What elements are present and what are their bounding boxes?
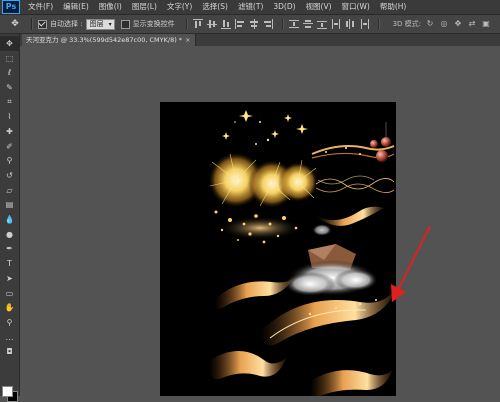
golden-swoosh-left bbox=[214, 278, 294, 309]
golden-swoosh-bottom-left bbox=[209, 351, 286, 380]
align-vcenter-icon[interactable] bbox=[206, 19, 217, 29]
golden-swoosh-large bbox=[260, 288, 396, 346]
menu-select[interactable]: 选择(S) bbox=[197, 0, 233, 14]
menu-help[interactable]: 帮助(H) bbox=[375, 0, 412, 14]
align-bottom-icon[interactable] bbox=[220, 19, 231, 29]
dodge-tool-icon[interactable]: ● bbox=[0, 227, 19, 242]
menu-type[interactable]: 文字(Y) bbox=[162, 0, 197, 14]
toolbox: ✥ ⬚ ℓ ✎ ⌗ ⌇ ✚ ✐ ⚲ ↺ ▱ ▤ 💧 ● ✒ T ➤ ▭ ✋ ⚲ … bbox=[0, 34, 20, 402]
show-transform-label: 显示变换控件 bbox=[132, 20, 175, 28]
move-tool-icon[interactable]: ✥ bbox=[0, 36, 19, 51]
path-select-tool-icon[interactable]: ➤ bbox=[0, 271, 19, 286]
blur-tool-icon[interactable]: 💧 bbox=[0, 212, 19, 227]
hand-tool-icon[interactable]: ✋ bbox=[0, 300, 19, 315]
show-transform-option[interactable]: 显示变换控件 bbox=[120, 19, 175, 29]
auto-select-label: 自动选择 : bbox=[50, 20, 83, 28]
menu-edit[interactable]: 编辑(E) bbox=[58, 0, 94, 14]
document-tab[interactable]: 天河亚克力 @ 33.3%(599d542e87c00, CMYK/8) * × bbox=[22, 34, 196, 46]
3d-pan-icon[interactable]: ✥ bbox=[453, 19, 463, 29]
document-tab-bar: 天河亚克力 @ 33.3%(599d542e87c00, CMYK/8) * × bbox=[20, 34, 500, 46]
clone-stamp-tool-icon[interactable]: ⚲ bbox=[0, 154, 19, 169]
golden-swoosh-bottom-right bbox=[310, 370, 392, 396]
eyedropper-tool-icon[interactable]: ⌇ bbox=[0, 109, 19, 124]
star-sparkles bbox=[222, 110, 308, 145]
lasso-tool-icon[interactable]: ℓ bbox=[0, 65, 19, 80]
auto-select-checkbox[interactable] bbox=[38, 19, 47, 29]
align-top-icon[interactable] bbox=[192, 19, 203, 29]
3d-slide-icon[interactable]: ⇄ bbox=[467, 19, 477, 29]
history-brush-tool-icon[interactable]: ↺ bbox=[0, 168, 19, 183]
options-bar: ✥ 自动选择 : 图层 显示变换控件 3D 模式: ↻ ◎ ✥ ⇄ ▣ bbox=[0, 15, 500, 34]
menu-layer[interactable]: 图层(L) bbox=[127, 0, 162, 14]
pen-tool-icon[interactable]: ✒ bbox=[0, 242, 19, 257]
divider bbox=[281, 18, 284, 30]
show-transform-checkbox[interactable] bbox=[120, 19, 130, 29]
menu-view[interactable]: 视图(V) bbox=[301, 0, 337, 14]
type-tool-icon[interactable]: T bbox=[0, 256, 19, 271]
photoshop-logo: Ps bbox=[2, 0, 20, 14]
3d-scale-icon[interactable]: ▣ bbox=[481, 19, 491, 29]
close-tab-icon[interactable]: × bbox=[185, 36, 190, 44]
extras-icon[interactable]: … bbox=[0, 330, 19, 345]
marquee-tool-icon[interactable]: ⬚ bbox=[0, 51, 19, 66]
auto-select-option[interactable]: 自动选择 : 图层 bbox=[38, 18, 115, 30]
align-hcenter-icon[interactable] bbox=[249, 19, 259, 29]
distribute-top-icon[interactable] bbox=[288, 19, 299, 29]
crop-tool-icon[interactable]: ⌗ bbox=[0, 95, 19, 110]
eraser-tool-icon[interactable]: ▱ bbox=[0, 183, 19, 198]
align-left-icon[interactable] bbox=[234, 19, 245, 29]
fireworks-cluster bbox=[208, 152, 318, 244]
menu-file[interactable]: 文件(F) bbox=[23, 0, 58, 14]
quick-select-tool-icon[interactable]: ✎ bbox=[0, 80, 19, 95]
align-right-icon[interactable] bbox=[263, 19, 273, 29]
current-tool-move-icon[interactable]: ✥ bbox=[4, 17, 26, 31]
quick-mask-icon[interactable]: ◘ bbox=[0, 344, 19, 359]
menu-bar: Ps 文件(F) 编辑(E) 图像(I) 图层(L) 文字(Y) 选择(S) 滤… bbox=[0, 0, 500, 15]
menu-window[interactable]: 窗口(W) bbox=[337, 0, 375, 14]
divider bbox=[185, 18, 188, 30]
menu-filter[interactable]: 滤镜(T) bbox=[233, 0, 268, 14]
auto-select-dropdown[interactable]: 图层 bbox=[85, 18, 115, 30]
gold-wave-lines bbox=[315, 175, 395, 193]
distribute-bottom-icon[interactable] bbox=[316, 19, 327, 29]
document-canvas[interactable] bbox=[160, 102, 396, 396]
3d-rotate-icon[interactable]: ↻ bbox=[425, 19, 435, 29]
brush-tool-icon[interactable]: ✐ bbox=[0, 139, 19, 154]
3d-roll-icon[interactable]: ◎ bbox=[439, 19, 449, 29]
divider bbox=[31, 18, 33, 30]
ornament-ribbon bbox=[311, 122, 395, 162]
menu-3d[interactable]: 3D(D) bbox=[268, 0, 300, 14]
distribute-left-icon[interactable] bbox=[331, 19, 341, 29]
gradient-tool-icon[interactable]: ▤ bbox=[0, 198, 19, 213]
distribute-vcenter-icon[interactable] bbox=[302, 19, 313, 29]
zoom-tool-icon[interactable]: ⚲ bbox=[0, 315, 19, 330]
distribute-right-icon[interactable] bbox=[359, 19, 369, 29]
mode-3d-label: 3D 模式: bbox=[392, 20, 422, 28]
rectangle-tool-icon[interactable]: ▭ bbox=[0, 286, 19, 301]
document-tab-title: 天河亚克力 @ 33.3%(599d542e87c00, CMYK/8) * bbox=[26, 36, 183, 44]
golden-swoosh-small bbox=[316, 206, 384, 226]
healing-brush-tool-icon[interactable]: ✚ bbox=[0, 124, 19, 139]
menu-image[interactable]: 图像(I) bbox=[94, 0, 127, 14]
distribute-hcenter-icon[interactable] bbox=[345, 19, 355, 29]
canvas-artwork bbox=[208, 110, 396, 396]
foreground-color-swatch[interactable] bbox=[2, 386, 13, 397]
divider bbox=[377, 18, 380, 30]
cloud-with-box bbox=[284, 224, 378, 296]
